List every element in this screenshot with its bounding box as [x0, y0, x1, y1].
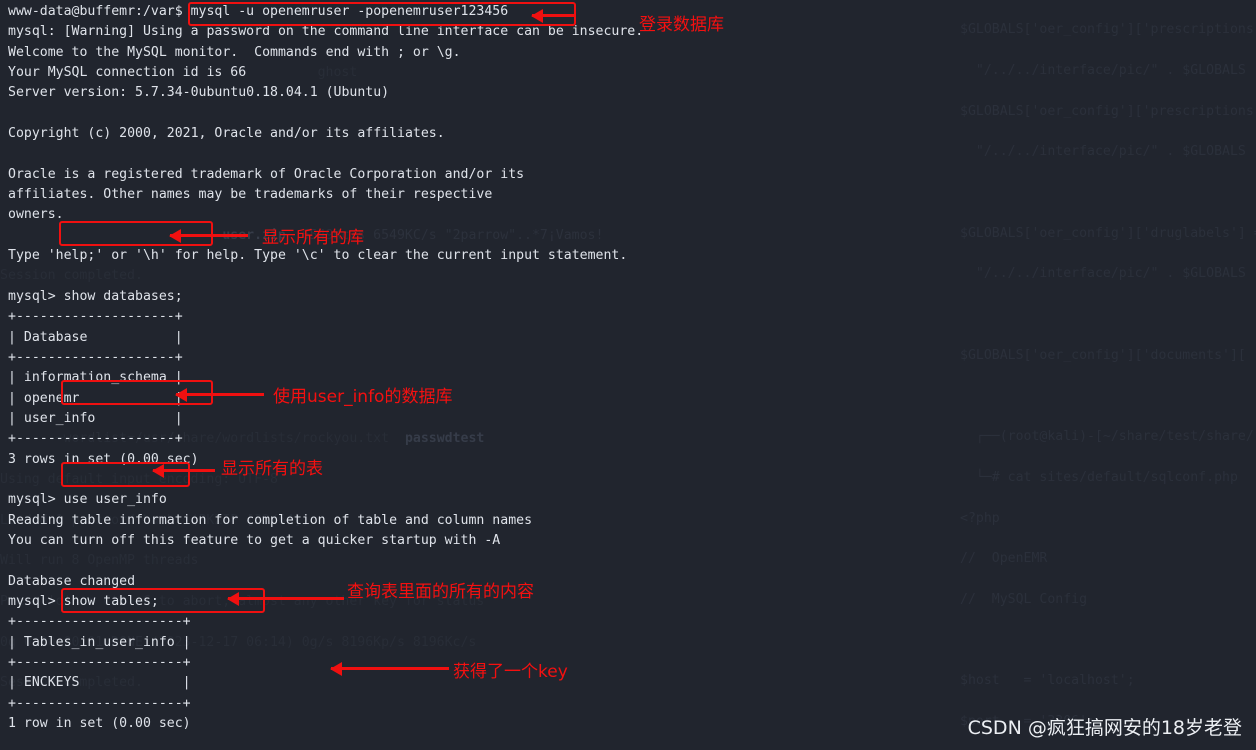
terminal-line: +--------------------+ — [8, 309, 183, 325]
terminal-line: Copyright (c) 2000, 2021, Oracle and/or … — [8, 126, 445, 142]
terminal-line: mysql> use user_info — [8, 492, 167, 508]
terminal-line: | information_schema | — [8, 370, 183, 386]
terminal-line: 1 row in set (0.00 sec) — [8, 716, 191, 732]
terminal-line: mysql: [Warning] Using a password on the… — [8, 24, 644, 40]
terminal-line: | Database | — [8, 329, 183, 345]
terminal-line: Database changed — [8, 573, 136, 589]
terminal-line: 3 rows in set (0.00 sec) — [8, 451, 199, 467]
terminal-line: Welcome to the MySQL monitor. Commands e… — [8, 44, 461, 60]
terminal-line: Server version: 5.7.34-0ubuntu0.18.04.1 … — [8, 85, 390, 101]
terminal-line: +---------------------+ — [8, 695, 191, 711]
terminal-screenshot: ghost user.zip 6549Kc/s 6549KC/s "2parro… — [0, 0, 1256, 750]
terminal-line: | user_info | — [8, 410, 183, 426]
ghost-background-sqlconf: $GLOBALS['oer_config']['prescriptions'] … — [960, 22, 1256, 730]
terminal-line: mysql> show tables; — [8, 593, 159, 609]
terminal-line: Reading table information for completion… — [8, 512, 533, 528]
annotation-label-login-db: 登录数据库 — [639, 15, 724, 35]
terminal-line: | openemr | — [8, 390, 183, 406]
terminal-line: Your MySQL connection id is 66 — [8, 65, 247, 81]
terminal-line: mysql> show databases; — [8, 288, 183, 304]
terminal-line: +--------------------+ — [8, 431, 183, 447]
csdn-watermark: CSDN @疯狂搞网安的18岁老登 — [967, 717, 1242, 739]
terminal-line: Oracle is a registered trademark of Orac… — [8, 166, 525, 182]
terminal-line: | Tables_in_user_info | — [8, 634, 191, 650]
terminal-line: affiliates. Other names may be trademark… — [8, 187, 493, 203]
terminal-line: +---------------------+ — [8, 655, 191, 670]
terminal-line: | ENCKEYS | — [8, 675, 191, 691]
terminal-line: +--------------------+ — [8, 349, 183, 365]
terminal-line: +---------------------+ — [8, 614, 191, 630]
terminal-line: owners. — [8, 207, 64, 223]
terminal-line: Type 'help;' or '\h' for help. Type '\c'… — [8, 248, 628, 264]
terminal-line: You can turn off this feature to get a q… — [8, 532, 501, 548]
terminal-output[interactable]: www-data@buffemr:/var$ mysql -u openemru… — [0, 0, 643, 750]
terminal-line: www-data@buffemr:/var$ mysql -u openemru… — [8, 4, 509, 19]
